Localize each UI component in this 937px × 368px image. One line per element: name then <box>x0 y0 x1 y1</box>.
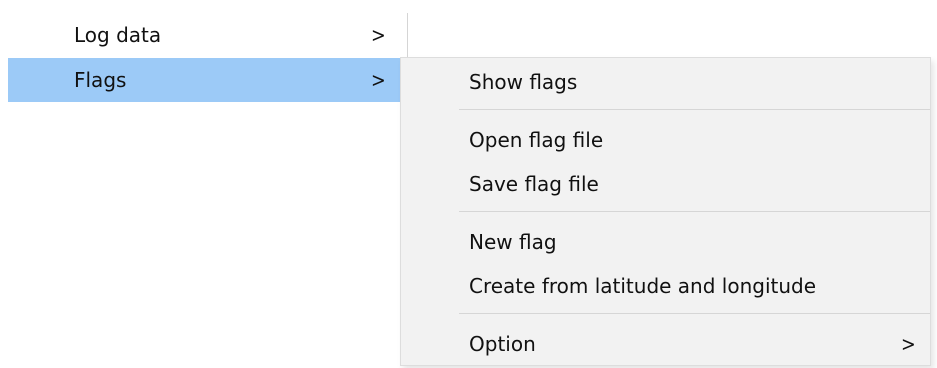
menu-item-show-flags-label: Show flags <box>469 70 578 94</box>
menu-item-log-data-label: Log data <box>74 23 162 47</box>
menu-item-save-flag-file-label: Save flag file <box>469 172 599 196</box>
parent-context-menu: Log data > Flags > <box>8 13 408 104</box>
menu-item-save-flag-file[interactable]: Save flag file <box>401 162 930 206</box>
menu-item-flags-label: Flags <box>74 68 127 92</box>
menu-separator <box>459 313 930 314</box>
chevron-right-icon: > <box>371 68 386 92</box>
menu-screen: Log data > Flags > Show flags Open flag … <box>0 0 937 368</box>
chevron-right-icon: > <box>901 332 916 356</box>
chevron-right-icon: > <box>371 23 386 47</box>
menu-item-option-label: Option <box>469 332 536 356</box>
menu-item-show-flags[interactable]: Show flags <box>401 60 930 104</box>
menu-item-create-from-latitude-longitude[interactable]: Create from latitude and longitude <box>401 264 930 308</box>
menu-separator <box>459 211 930 212</box>
menu-item-option[interactable]: Option > <box>401 322 930 366</box>
menu-item-create-from-latitude-longitude-label: Create from latitude and longitude <box>469 274 817 298</box>
flags-submenu: Show flags Open flag file Save flag file… <box>400 57 931 366</box>
menu-item-flags[interactable]: Flags > <box>8 58 400 102</box>
menu-item-open-flag-file[interactable]: Open flag file <box>401 118 930 162</box>
menu-item-log-data[interactable]: Log data > <box>8 13 400 57</box>
menu-item-new-flag[interactable]: New flag <box>401 220 930 264</box>
menu-separator <box>459 109 930 110</box>
menu-item-open-flag-file-label: Open flag file <box>469 128 604 152</box>
menu-item-new-flag-label: New flag <box>469 230 557 254</box>
